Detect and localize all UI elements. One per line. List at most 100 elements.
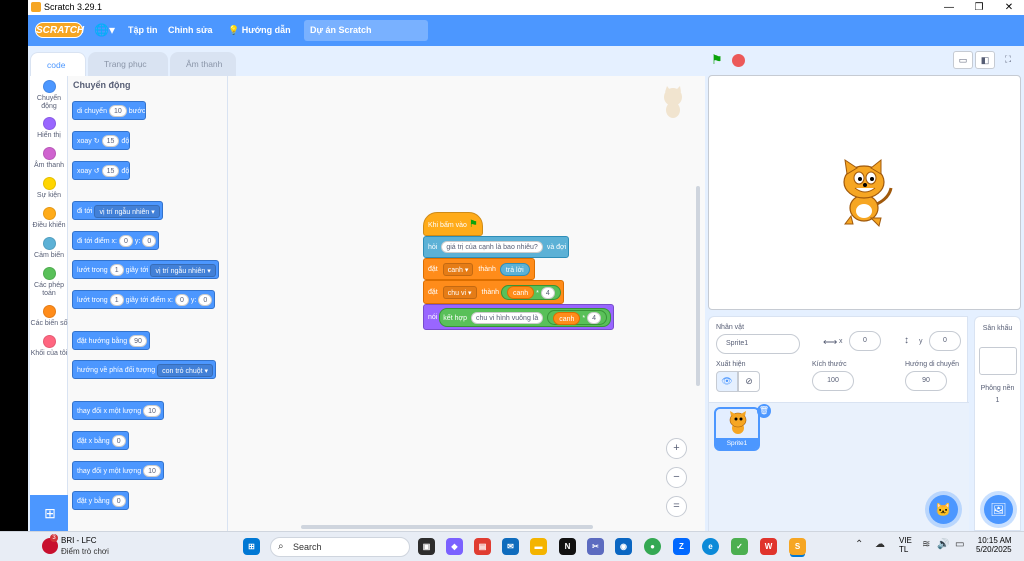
category-events[interactable]: Sự kiện — [30, 177, 68, 200]
zoom-out-button[interactable]: − — [666, 467, 687, 488]
volume-icon[interactable]: 🔊 — [937, 539, 949, 550]
file-explorer-icon[interactable]: ▬ — [530, 538, 547, 555]
block-input[interactable]: 15 — [101, 135, 120, 148]
category-sensing[interactable]: Cảm biến — [30, 237, 68, 260]
edge-icon[interactable]: e — [702, 538, 719, 555]
normal-stage-icon[interactable]: ◧ — [975, 51, 995, 69]
variable-dropdown[interactable]: chu vi ▾ — [442, 285, 477, 299]
add-backdrop-icon[interactable]: 🖼 — [984, 495, 1013, 524]
scratch-logo[interactable]: SCRATCH — [35, 22, 84, 38]
block-set-x[interactable]: đặt x bằng 0 — [72, 431, 129, 450]
chevron-up-icon[interactable]: ⌃ — [855, 539, 863, 550]
operator-multiply[interactable]: canh * 4 — [500, 284, 561, 300]
block-when-flag-clicked[interactable]: Khi bấm vào ⚑ — [423, 212, 483, 236]
block-goto-xy[interactable]: đi tới điểm x: 0 y: 0 — [72, 231, 160, 250]
green-flag-icon[interactable]: ⚑ — [711, 53, 725, 67]
clock[interactable]: 10:15 AM 5/20/2025 — [976, 536, 1012, 554]
menu-tutorials[interactable]: 💡 Hướng dẫn — [228, 25, 291, 36]
block-point-direction[interactable]: đặt hướng bằng 90 — [72, 331, 150, 350]
tab-costumes[interactable]: Trang phục — [88, 52, 168, 76]
windows-start-icon[interactable]: ⊞ — [243, 538, 260, 555]
fullscreen-icon[interactable]: ⛶ — [998, 51, 1018, 69]
block-input[interactable]: 0 — [198, 294, 213, 307]
category-sound[interactable]: Âm thanh — [30, 147, 68, 170]
block-input[interactable]: 15 — [101, 165, 120, 178]
zoom-in-button[interactable]: + — [666, 438, 687, 459]
wps-icon[interactable]: W — [760, 538, 777, 555]
block-set-y[interactable]: đặt y bằng 0 — [72, 491, 129, 510]
maximize-button[interactable]: ❐ — [964, 0, 994, 15]
menu-edit[interactable]: Chỉnh sửa — [168, 25, 213, 35]
block-goto[interactable]: đi tới vị trí ngẫu nhiên ▾ — [72, 201, 163, 220]
taskbar-search-input[interactable]: ⌕ Search — [270, 537, 410, 557]
horizontal-scrollbar[interactable] — [301, 525, 593, 529]
block-input[interactable]: 0 — [119, 235, 133, 248]
project-title-input[interactable]: Dự án Scratch — [304, 20, 428, 41]
copilot-icon[interactable]: ◆ — [446, 538, 463, 555]
small-stage-icon[interactable]: ▭ — [953, 51, 973, 69]
wifi-icon[interactable]: ≋ — [922, 539, 930, 550]
zoom-reset-button[interactable]: = — [666, 496, 687, 517]
block-set-variable-chu-vi[interactable]: đặt chu vi ▾ thành canh * 4 — [423, 280, 564, 304]
add-sprite-icon[interactable]: 🐱 — [929, 495, 958, 524]
vertical-scrollbar[interactable] — [696, 186, 700, 386]
sprite-name-input[interactable]: Sprite1 — [716, 334, 800, 354]
block-input[interactable]: 4 — [587, 312, 602, 325]
show-sprite-eye-icon[interactable]: 👁 — [716, 371, 738, 392]
chrome-icon[interactable]: ● — [644, 538, 661, 555]
tab-code[interactable]: code — [30, 52, 86, 76]
reporter-answer[interactable]: trả lời — [499, 262, 530, 276]
block-change-x[interactable]: thay đổi x một lượng 10 — [72, 401, 164, 420]
kaspersky-icon[interactable]: ✓ — [731, 538, 748, 555]
block-input[interactable]: 0 — [174, 294, 189, 307]
block-input[interactable]: 4 — [540, 286, 555, 299]
tab-sounds[interactable]: Âm thanh — [170, 52, 236, 76]
snipping-tool-icon[interactable]: ✂ — [587, 538, 604, 555]
script-workspace[interactable]: Khi bấm vào ⚑ hỏi giá trị của cạnh là bao… — [228, 76, 705, 531]
store-icon[interactable]: ▤ — [474, 538, 491, 555]
block-input[interactable]: giá trị của cạnh là bao nhiêu? — [441, 241, 543, 254]
block-input[interactable]: 1 — [109, 294, 124, 307]
language-globe-icon[interactable]: 🌐▾ — [94, 23, 115, 37]
delete-sprite-icon[interactable]: 🗑 — [757, 404, 771, 418]
block-input[interactable]: 10 — [108, 105, 127, 118]
y-position-input[interactable]: 0 — [929, 331, 961, 351]
block-glide-xy[interactable]: lướt trong 1 giây tới điểm x: 0 y: 0 — [72, 290, 216, 309]
mail-icon[interactable]: ✉ — [502, 538, 519, 555]
block-turn-right[interactable]: xoay ↻ 15 độ — [72, 131, 131, 150]
block-dropdown[interactable]: vị trí ngẫu nhiên ▾ — [94, 204, 160, 218]
task-view-icon[interactable]: ▣ — [418, 538, 435, 555]
block-glide[interactable]: lướt trong 1 giây tới vị trí ngẫu nhiên ▾ — [72, 260, 219, 279]
block-input[interactable]: chu vi hình vuông là — [470, 311, 544, 324]
category-my-blocks[interactable]: Khối của tôi — [30, 335, 68, 358]
direction-input[interactable]: 90 — [905, 371, 947, 391]
block-input[interactable]: 0 — [111, 495, 126, 508]
block-input[interactable]: 0 — [111, 435, 126, 448]
block-say[interactable]: nói kết hợp chu vi hình vuông là canh * 4 — [423, 304, 615, 330]
stage-canvas[interactable] — [708, 75, 1021, 310]
block-input[interactable]: 10 — [143, 405, 161, 418]
stage-selector[interactable]: Sân khấu Phông nền 1 🖼 — [974, 316, 1021, 531]
block-turn-left[interactable]: xoay ↺ 15 độ — [72, 161, 131, 180]
block-point-towards[interactable]: hướng về phía đối tượng con trỏ chuột ▾ — [72, 360, 217, 379]
variable-dropdown[interactable]: canh ▾ — [442, 262, 474, 276]
block-change-y[interactable]: thay đổi y một lượng 10 — [72, 461, 164, 480]
category-variables[interactable]: Các biến số — [30, 305, 68, 328]
language-indicator[interactable]: VIE TL — [899, 536, 912, 554]
add-extension-icon[interactable]: ⊞ — [30, 495, 70, 531]
scratch-taskbar-icon[interactable]: S — [789, 538, 806, 555]
sprite-thumbnail[interactable]: Sprite1 — [714, 407, 760, 451]
reporter-variable[interactable]: canh — [553, 311, 581, 325]
category-motion[interactable]: Chuyển động — [30, 80, 68, 111]
menu-file[interactable]: Tập tin — [128, 25, 158, 35]
app-icon[interactable]: ◉ — [615, 538, 632, 555]
stop-icon[interactable] — [732, 54, 745, 67]
reporter-variable[interactable]: canh — [506, 286, 535, 300]
close-button[interactable]: ✕ — [994, 0, 1024, 15]
category-operators[interactable]: Các phép toán — [30, 267, 68, 298]
block-input[interactable]: 10 — [143, 465, 161, 478]
size-input[interactable]: 100 — [812, 371, 854, 391]
cloud-icon[interactable]: ☁ — [875, 539, 885, 550]
zalo-icon[interactable]: Z — [673, 538, 690, 555]
x-position-input[interactable]: 0 — [849, 331, 881, 351]
